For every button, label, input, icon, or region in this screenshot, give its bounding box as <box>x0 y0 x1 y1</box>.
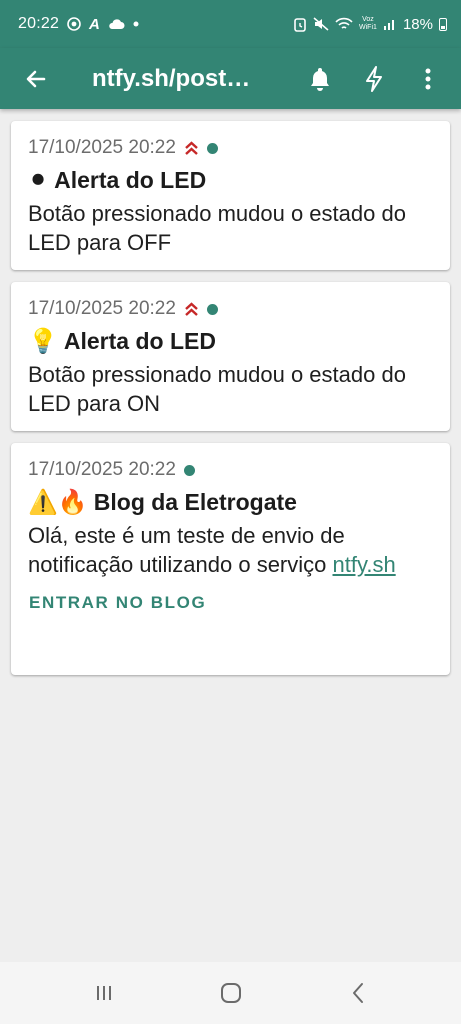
unread-dot <box>183 464 195 476</box>
notification-timestamp: 17/10/2025 20:22 <box>28 298 176 319</box>
cloud-icon <box>108 18 125 30</box>
notification-card[interactable]: 17/10/2025 20:22 💡 Alerta do LED Botão p… <box>11 282 450 431</box>
battery-icon <box>439 17 447 31</box>
system-nav-bar <box>0 962 461 1024</box>
status-bar: 20:22 A Voz WiFi1 18% <box>0 0 461 48</box>
page-title: ntfy.sh/post… <box>92 64 251 92</box>
light-bulb-emoji: 💡 <box>28 327 58 355</box>
unread-dot <box>206 303 218 315</box>
back-icon[interactable] <box>328 968 388 1018</box>
warning-fire-emoji: ⚠️🔥 <box>28 488 88 516</box>
black-circle-emoji: ⚫ <box>28 166 49 194</box>
notification-card[interactable]: 17/10/2025 20:22 ⚠️🔥 Blog da Eletrogate … <box>11 443 450 675</box>
recents-icon[interactable] <box>74 968 134 1018</box>
signal-icon <box>383 17 397 31</box>
lightning-icon[interactable] <box>347 52 401 106</box>
alarm-icon <box>293 17 307 32</box>
bell-icon[interactable] <box>293 52 347 106</box>
signal-label: Voz WiFi1 <box>359 16 377 31</box>
back-arrow-icon[interactable] <box>8 51 64 107</box>
notification-title: Alerta do LED <box>63 327 216 354</box>
dot-icon <box>133 21 139 27</box>
app-bar: ntfy.sh/post… <box>0 48 461 109</box>
ntfy-link[interactable]: ntfy.sh <box>333 552 396 577</box>
battery-percent: 18% <box>402 15 433 33</box>
notification-timestamp: 17/10/2025 20:22 <box>28 137 176 158</box>
a-icon: A <box>89 15 100 33</box>
home-icon[interactable] <box>201 968 261 1018</box>
notification-timestamp: 17/10/2025 20:22 <box>28 459 176 480</box>
chrome-icon <box>67 17 81 31</box>
notification-body-text: Olá, este é um teste de envio de notific… <box>28 523 345 577</box>
enter-blog-button[interactable]: ENTRAR NO BLOG <box>28 585 434 627</box>
unread-dot <box>206 142 218 154</box>
wifi-icon <box>335 17 353 31</box>
notification-body: Olá, este é um teste de envio de notific… <box>28 521 434 585</box>
mute-icon <box>313 17 329 31</box>
priority-high-icon <box>184 301 199 317</box>
more-vert-icon[interactable] <box>401 52 455 106</box>
notification-title: Alerta do LED <box>54 166 207 193</box>
notification-body: Botão pressionado mudou o estado do LED … <box>28 201 406 255</box>
notification-card[interactable]: 17/10/2025 20:22 ⚫ Alerta do LED Botão p… <box>11 121 450 270</box>
priority-high-icon <box>184 140 199 156</box>
notification-list: 17/10/2025 20:22 ⚫ Alerta do LED Botão p… <box>11 121 450 687</box>
status-time: 20:22 <box>18 15 60 32</box>
notification-title: Blog da Eletrogate <box>93 488 297 515</box>
notification-body: Botão pressionado mudou o estado do LED … <box>28 362 406 416</box>
